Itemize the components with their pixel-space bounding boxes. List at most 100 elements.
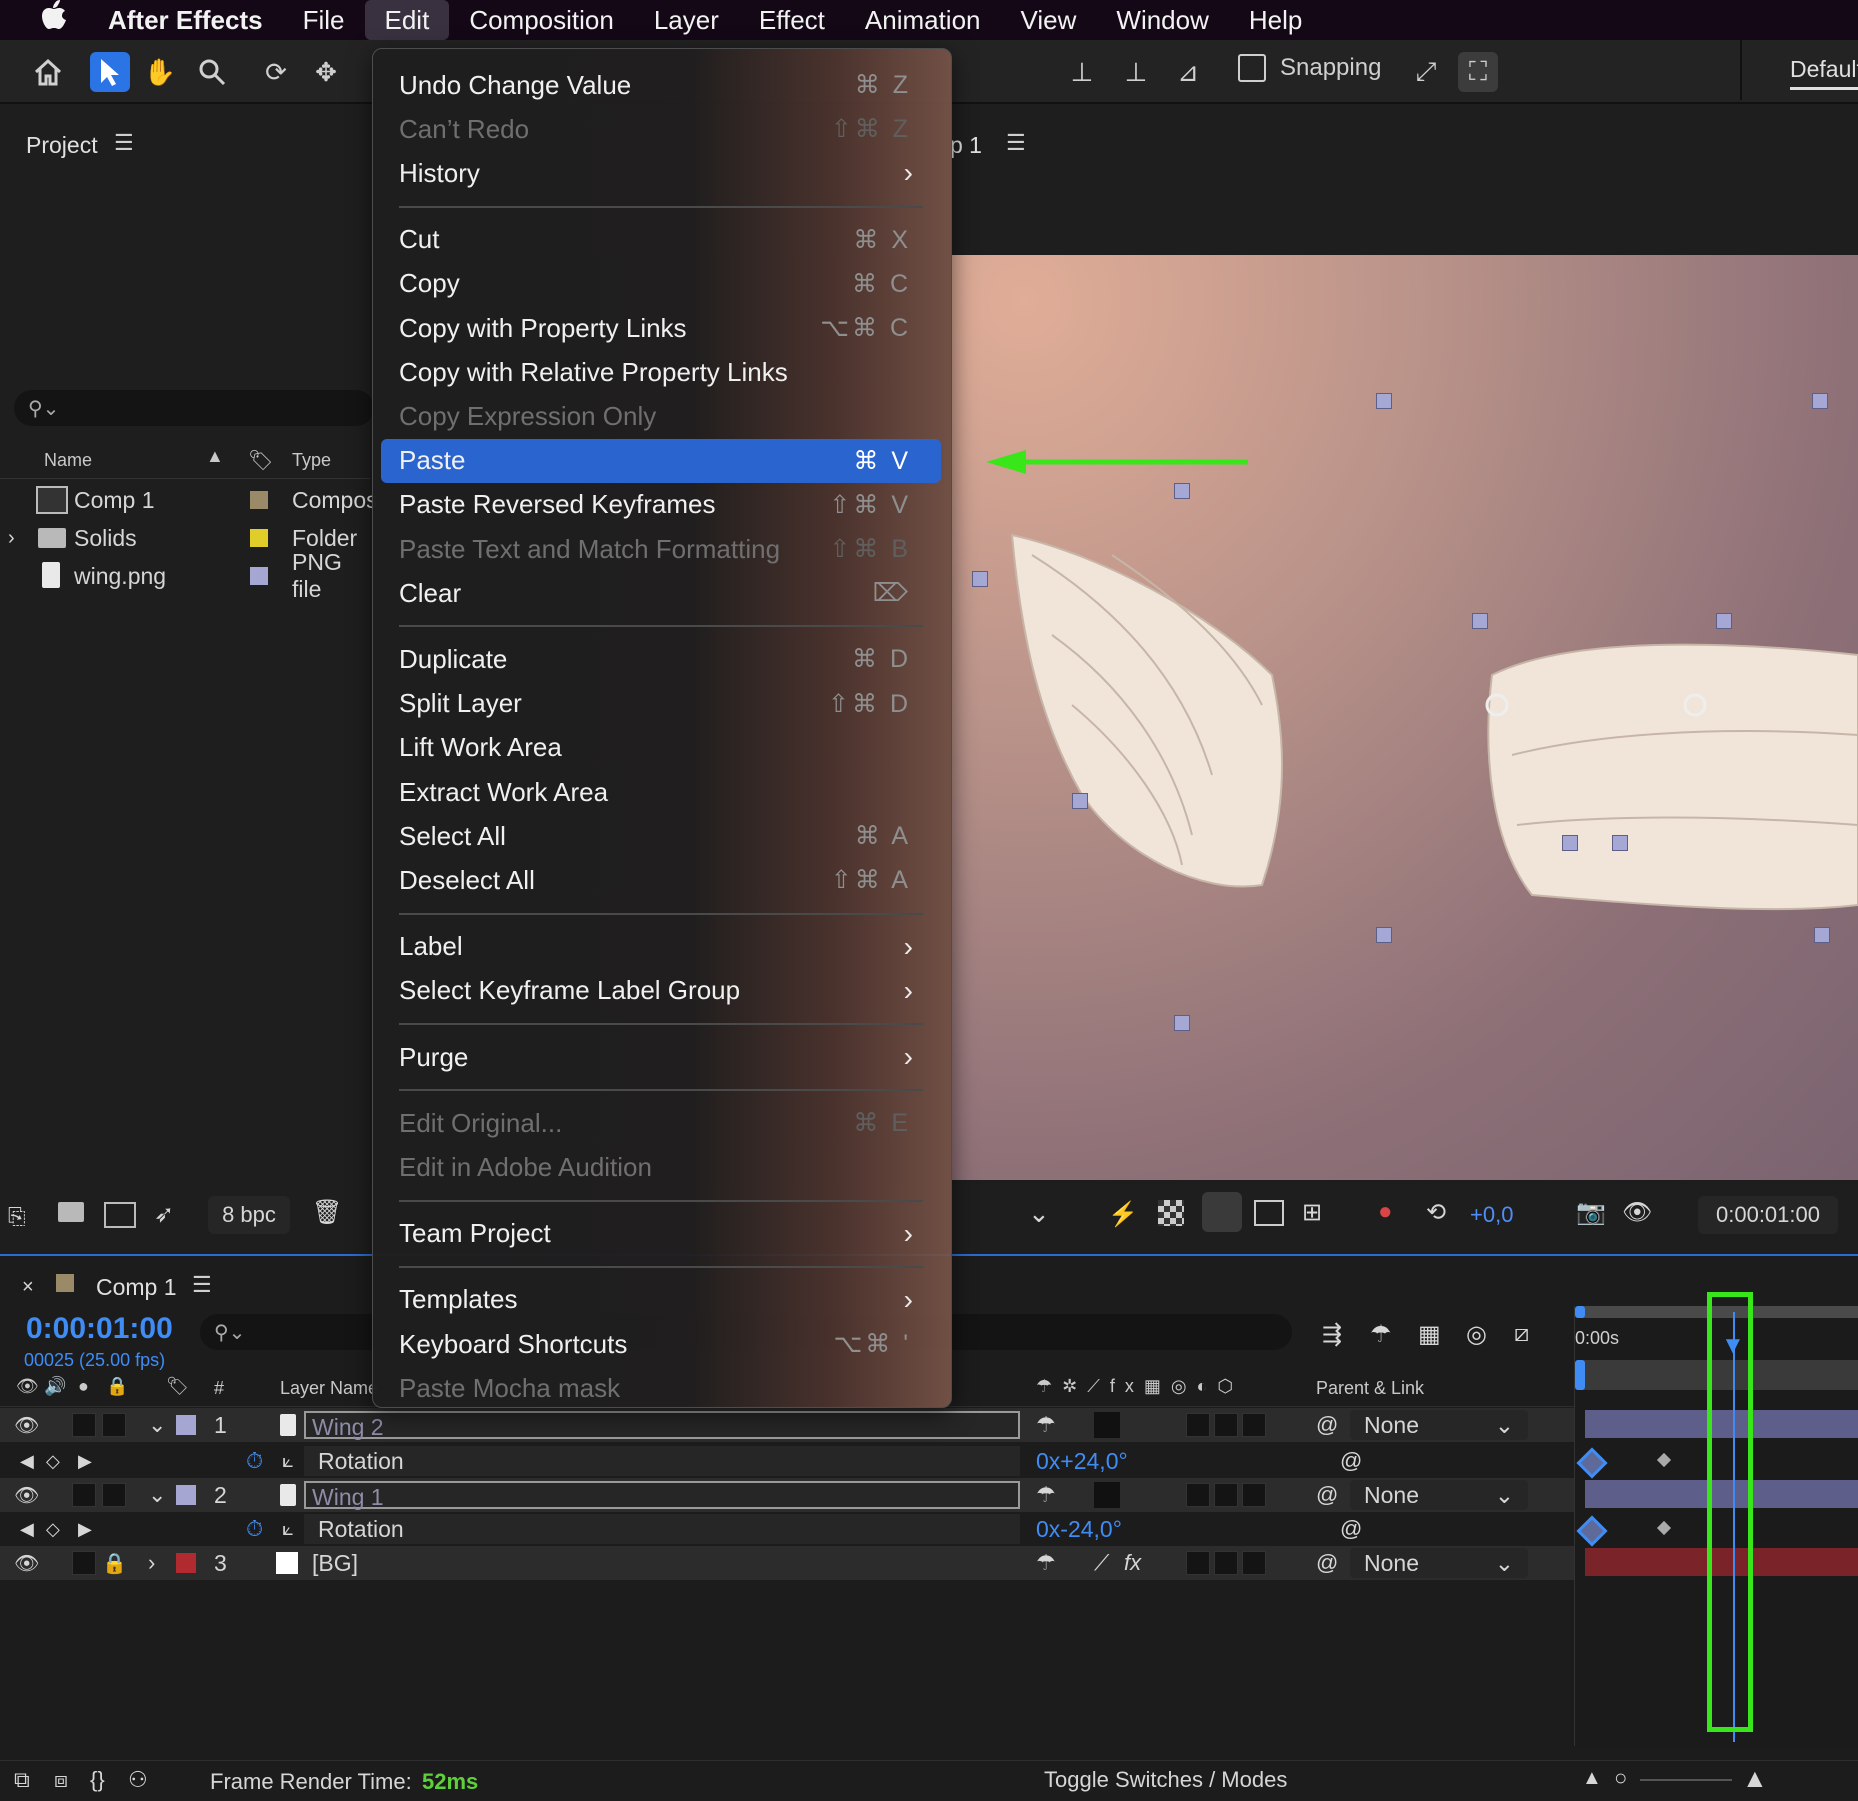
add-keyframe-icon[interactable]: ◇ bbox=[46, 1519, 60, 1540]
menu-item-paste[interactable]: Paste ⌘ V bbox=[381, 438, 941, 483]
switch-box[interactable] bbox=[1214, 1551, 1238, 1575]
layer-handle[interactable] bbox=[1562, 835, 1578, 851]
menu-item-deselect-all[interactable]: Deselect All ⇧⌘ A bbox=[381, 858, 941, 902]
menu-layer[interactable]: Layer bbox=[634, 0, 739, 40]
keyframe-icon[interactable] bbox=[1656, 1452, 1672, 1468]
new-composition-icon[interactable] bbox=[104, 1202, 136, 1228]
switch-box[interactable] bbox=[1242, 1551, 1266, 1575]
expand-chevron-icon[interactable]: › bbox=[8, 527, 15, 550]
property-row[interactable]: ◀ ◇ ▶ ⏱ ⟀ Rotation 0x+24,0° @ bbox=[0, 1444, 1575, 1478]
toggle-panes-icon[interactable]: ⧉ bbox=[14, 1767, 30, 1793]
menu-item-duplicate[interactable]: Duplicate ⌘ D bbox=[381, 637, 941, 681]
menu-after-effects[interactable]: After Effects bbox=[88, 0, 283, 40]
layer-handle[interactable] bbox=[1472, 613, 1488, 629]
chevron-down-icon[interactable]: ⌄ bbox=[1028, 1198, 1050, 1229]
workspace-tab[interactable]: Default bbox=[1790, 56, 1858, 90]
graph-editor-icon[interactable]: ⧄ bbox=[1514, 1320, 1529, 1348]
transfer-controls-icon[interactable]: ⧈ bbox=[54, 1767, 68, 1793]
project-item-comp[interactable]: Comp 1 Compos bbox=[0, 484, 378, 516]
navigator-start-handle[interactable] bbox=[1575, 1360, 1585, 1390]
solo-switch[interactable] bbox=[72, 1413, 96, 1437]
solo-switch[interactable] bbox=[72, 1551, 96, 1575]
layer-label-swatch[interactable] bbox=[176, 1415, 196, 1435]
label-swatch[interactable] bbox=[250, 567, 268, 585]
menu-item-copy-with-property-links[interactable]: Copy with Property Links ⌥⌘ C bbox=[381, 306, 941, 350]
layer-handle[interactable] bbox=[1376, 927, 1392, 943]
grid-guides-icon[interactable]: ⊞ bbox=[1302, 1198, 1322, 1227]
switch-box[interactable] bbox=[1242, 1413, 1266, 1437]
layer-row[interactable]: 👁 🔒 › 3 [BG] ☂ ⟋ fx @ None ⌄ bbox=[0, 1546, 1575, 1580]
camera-snapshot-icon[interactable]: 📷 bbox=[1576, 1198, 1606, 1227]
layer-row[interactable]: 👁 ⌄ 1 Wing 2 ☂ @ None ⌄ bbox=[0, 1408, 1575, 1442]
stopwatch-icon[interactable]: ⏱ bbox=[246, 1516, 263, 1542]
color-management-icon[interactable]: ⟲ bbox=[1426, 1198, 1446, 1227]
snap-features-icon[interactable]: ⛶ bbox=[1458, 52, 1498, 92]
menu-item-copy[interactable]: Copy ⌘ C bbox=[381, 262, 941, 306]
timeline-menu-icon[interactable]: ☰ bbox=[192, 1272, 212, 1298]
zoom-slider-knob[interactable]: ○ bbox=[1614, 1765, 1627, 1791]
project-item-wing[interactable]: wing.png PNG file bbox=[0, 549, 370, 602]
timeline-comp-tab[interactable]: Comp 1 bbox=[96, 1274, 177, 1301]
menu-item-label[interactable]: Label › bbox=[381, 925, 941, 969]
frame-blending-icon[interactable]: ▦ bbox=[1418, 1320, 1441, 1349]
menu-animation[interactable]: Animation bbox=[845, 0, 1001, 40]
viewer-timecode[interactable]: 0:00:01:00 bbox=[1698, 1196, 1838, 1234]
rotation-value[interactable]: 0x-24,0° bbox=[1036, 1516, 1122, 1543]
menu-item-select-keyframe-label-group[interactable]: Select Keyframe Label Group › bbox=[381, 969, 941, 1013]
menu-file[interactable]: File bbox=[283, 0, 365, 40]
quality-switch-icon[interactable]: ⟋ bbox=[1094, 1550, 1109, 1576]
collapse-chevron-icon[interactable]: ⌄ bbox=[148, 1482, 166, 1508]
current-time-display[interactable]: 0:00:01:00 bbox=[26, 1312, 173, 1346]
visibility-eye-icon[interactable]: 👁 bbox=[14, 1551, 39, 1576]
parent-dropdown[interactable]: None ⌄ bbox=[1350, 1548, 1528, 1578]
shy-layers-icon[interactable]: ☂ bbox=[1370, 1320, 1392, 1349]
render-queue-icon[interactable]: ➶ bbox=[154, 1200, 174, 1229]
motion-blur-icon[interactable]: ◎ bbox=[1466, 1320, 1487, 1349]
pick-whip-icon[interactable]: @ bbox=[1316, 1482, 1338, 1508]
switch-box[interactable] bbox=[1242, 1483, 1266, 1507]
solo-switch[interactable] bbox=[72, 1483, 96, 1507]
menu-item-templates[interactable]: Templates › bbox=[381, 1278, 941, 1322]
zoom-in-icon[interactable]: ▲ bbox=[1742, 1763, 1768, 1794]
menu-edit[interactable]: Edit bbox=[364, 0, 450, 40]
layer-row[interactable]: 👁 ⌄ 2 Wing 1 ☂ @ None ⌄ bbox=[0, 1478, 1575, 1512]
work-area-start-handle[interactable] bbox=[1575, 1306, 1585, 1318]
layer-handle[interactable] bbox=[1376, 393, 1392, 409]
exposure-value[interactable]: +0,0 bbox=[1470, 1202, 1513, 1228]
menu-item-keyboard-shortcuts[interactable]: Keyboard Shortcuts ⌥⌘ ' bbox=[381, 1322, 941, 1366]
shy-switch-icon[interactable]: ☂ bbox=[1036, 1412, 1056, 1438]
column-type[interactable]: Type bbox=[292, 450, 331, 471]
graph-icon[interactable]: ⟀ bbox=[282, 1518, 294, 1541]
zoom-slider-track[interactable] bbox=[1640, 1779, 1732, 1781]
comp-tab-label[interactable]: p 1 bbox=[950, 132, 982, 159]
lock-switch[interactable] bbox=[102, 1483, 126, 1507]
sort-arrow-icon[interactable]: ▲ bbox=[206, 446, 224, 467]
snapping-checkbox[interactable] bbox=[1238, 54, 1266, 82]
in-out-icon[interactable]: {} bbox=[90, 1767, 105, 1793]
menu-window[interactable]: Window bbox=[1096, 0, 1228, 40]
label-swatch[interactable] bbox=[250, 491, 268, 509]
quality-switch-icon[interactable] bbox=[1094, 1412, 1120, 1438]
menu-item-purge[interactable]: Purge › bbox=[381, 1035, 941, 1079]
rotation-value[interactable]: 0x+24,0° bbox=[1036, 1448, 1128, 1475]
apple-icon[interactable] bbox=[0, 0, 88, 40]
channel-icon[interactable]: ● bbox=[1378, 1198, 1393, 1226]
pick-whip-icon[interactable]: @ bbox=[1316, 1550, 1338, 1576]
menu-item-team-project[interactable]: Team Project › bbox=[381, 1212, 941, 1256]
switch-box[interactable] bbox=[1186, 1413, 1210, 1437]
shy-switch-icon[interactable]: ☂ bbox=[1036, 1550, 1056, 1576]
zoom-out-icon[interactable]: ▲ bbox=[1582, 1767, 1602, 1790]
world-axis-icon[interactable]: ⊥ bbox=[1116, 52, 1156, 92]
close-icon[interactable]: × bbox=[22, 1276, 34, 1299]
menu-item-cut[interactable]: Cut ⌘ X bbox=[381, 218, 941, 262]
parent-dropdown[interactable]: None ⌄ bbox=[1350, 1480, 1528, 1510]
quality-switch-icon[interactable] bbox=[1094, 1482, 1120, 1508]
column-name[interactable]: Name bbox=[44, 450, 92, 471]
expand-chevron-icon[interactable]: › bbox=[148, 1550, 155, 1576]
new-folder-icon[interactable] bbox=[58, 1202, 84, 1222]
menu-item-split-layer[interactable]: Split Layer ⇧⌘ D bbox=[381, 682, 941, 726]
menu-item-lift-work-area[interactable]: Lift Work Area bbox=[381, 726, 941, 770]
composition-viewer[interactable] bbox=[952, 255, 1858, 1180]
layer-handle[interactable] bbox=[972, 571, 988, 587]
pan-camera-icon[interactable]: ✥ bbox=[306, 52, 346, 92]
